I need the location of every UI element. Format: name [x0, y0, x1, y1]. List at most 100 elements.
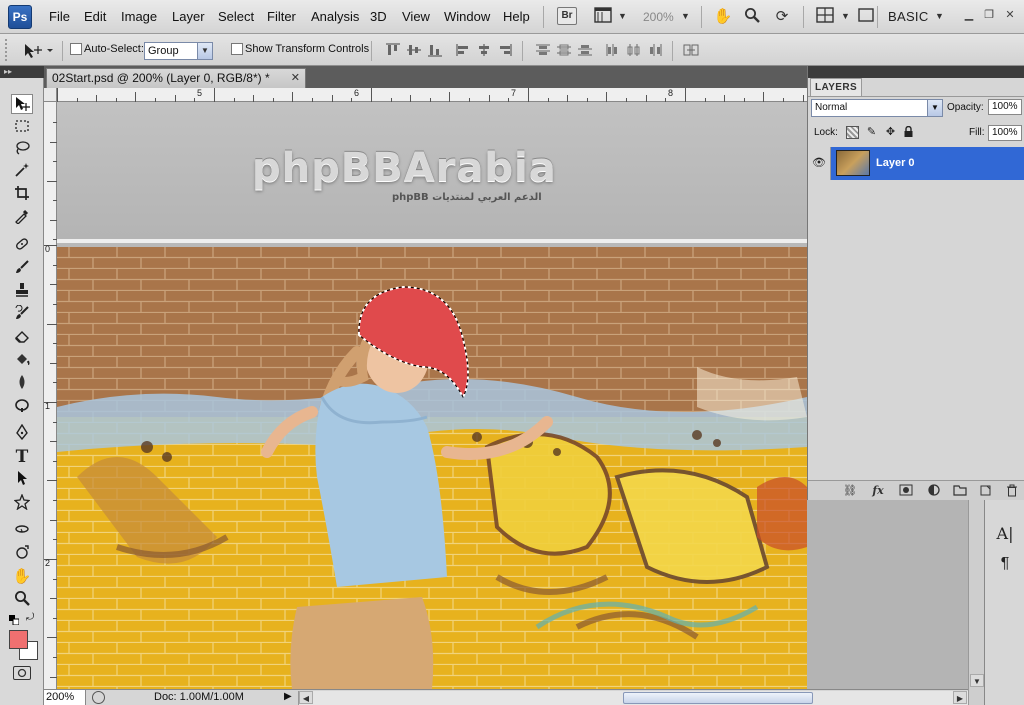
status-menu-arrow-icon[interactable]: ▶ — [284, 691, 292, 702]
tab-layers[interactable]: LAYERS — [810, 78, 862, 96]
document-canvas[interactable]: phpBBArabia الدعم العربي لمنتديات phpBB — [57, 102, 807, 689]
menu-layer[interactable]: Layer — [172, 9, 205, 24]
fill-field[interactable]: 100% — [988, 125, 1022, 141]
view-extras-icon[interactable] — [593, 7, 613, 27]
layer-row[interactable]: 👁 Layer 0 — [808, 147, 1024, 180]
move-icon[interactable] — [11, 94, 33, 114]
eye-icon[interactable]: 👁 — [808, 147, 831, 180]
link-layers-icon[interactable]: ⛓ — [842, 484, 858, 498]
chevron-down-icon[interactable]: ▼ — [681, 11, 690, 21]
clone-stamp-icon[interactable] — [11, 282, 33, 302]
align-horizontal-centers-icon[interactable] — [476, 43, 492, 57]
arrange-documents-icon[interactable] — [815, 7, 835, 27]
blur-icon[interactable] — [11, 374, 33, 394]
eyedropper-icon[interactable] — [11, 208, 33, 228]
blend-mode-select[interactable]: Normal ▼ — [811, 99, 943, 117]
distribute-left-icon[interactable] — [605, 43, 621, 57]
menu-3d[interactable]: 3D — [370, 9, 387, 24]
dodge-icon[interactable] — [11, 397, 33, 417]
shape-icon[interactable] — [11, 493, 33, 514]
3d-rotate-icon[interactable] — [11, 521, 33, 541]
new-group-icon[interactable] — [952, 484, 968, 498]
menu-file[interactable]: File — [49, 9, 70, 24]
menu-image[interactable]: Image — [121, 9, 157, 24]
screen-mode-icon[interactable] — [856, 7, 876, 27]
workspace-switcher[interactable]: BASIC — [888, 9, 929, 24]
menu-view[interactable]: View — [402, 9, 430, 24]
menu-analysis[interactable]: Analysis — [311, 9, 359, 24]
trash-icon[interactable] — [1004, 484, 1020, 498]
document-tab[interactable]: 02Start.psd @ 200% (Layer 0, RGB/8*) * ✕ — [46, 68, 306, 88]
type-icon[interactable]: T — [11, 447, 33, 467]
close-icon[interactable]: ✕ — [291, 69, 300, 87]
distribute-horizontal-centers-icon[interactable] — [626, 43, 642, 57]
horizontal-scrollbar[interactable]: ◀ ▶ — [298, 691, 968, 705]
zoom-level-menu[interactable]: 200% — [643, 10, 674, 24]
distribute-bottom-icon[interactable] — [577, 43, 593, 57]
quick-mask-icon[interactable] — [13, 666, 31, 680]
align-left-edges-icon[interactable] — [455, 43, 471, 57]
crop-icon[interactable] — [11, 185, 33, 205]
adjustment-layer-icon[interactable] — [926, 484, 942, 498]
options-bar-grip[interactable] — [5, 39, 9, 61]
foreground-color-swatch[interactable] — [9, 630, 28, 649]
swap-colors-icon[interactable]: ⤾ — [26, 612, 38, 624]
distribute-right-icon[interactable] — [647, 43, 663, 57]
layer-style-icon[interactable]: fx — [870, 484, 886, 498]
layer-name[interactable]: Layer 0 — [876, 157, 915, 169]
default-colors-icon[interactable] — [9, 614, 20, 626]
quick-select-icon[interactable] — [11, 162, 33, 182]
menu-window[interactable]: Window — [444, 9, 490, 24]
menu-filter[interactable]: Filter — [267, 9, 296, 24]
auto-select-target-select[interactable]: Group ▼ — [144, 42, 213, 60]
menu-select[interactable]: Select — [218, 9, 254, 24]
align-top-edges-icon[interactable] — [385, 43, 401, 57]
path-select-icon[interactable] — [11, 470, 33, 490]
scroll-left-icon[interactable]: ◀ — [299, 691, 313, 704]
paint-bucket-icon[interactable] — [11, 351, 33, 371]
add-mask-icon[interactable] — [898, 484, 914, 498]
tool-preset-picker[interactable] — [20, 40, 56, 60]
minimize-icon[interactable]: ▁ — [962, 9, 976, 21]
lock-all-icon[interactable] — [902, 125, 915, 139]
menu-help[interactable]: Help — [503, 9, 530, 24]
chevron-down-icon[interactable]: ▼ — [841, 11, 850, 21]
3d-orbit-icon[interactable] — [11, 544, 33, 564]
history-brush-icon[interactable] — [11, 304, 33, 325]
zoom-field[interactable]: 200% — [44, 690, 86, 705]
align-vertical-centers-icon[interactable] — [406, 43, 422, 57]
horizontal-scroll-thumb[interactable] — [623, 692, 813, 704]
distribute-top-icon[interactable] — [535, 43, 551, 57]
bridge-button[interactable]: Br — [557, 7, 577, 25]
lock-image-icon[interactable]: ✎ — [865, 126, 878, 139]
horizontal-ruler[interactable]: 5 6 7 8 — [57, 88, 807, 102]
opacity-field[interactable]: 100% — [988, 99, 1022, 115]
healing-brush-icon[interactable] — [11, 236, 33, 256]
tools-panel-collapse[interactable]: ▸▸ — [0, 66, 44, 78]
close-icon[interactable]: ✕ — [1003, 9, 1017, 21]
character-panel-icon[interactable]: A| — [995, 524, 1015, 544]
hand-icon[interactable]: ✋ — [11, 567, 33, 587]
auto-select-checkbox[interactable] — [70, 43, 82, 55]
auto-align-layers-icon[interactable] — [683, 43, 699, 57]
panel-dock-header[interactable] — [808, 66, 1024, 78]
vertical-ruler[interactable]: 0 1 2 — [44, 102, 57, 689]
ruler-origin[interactable] — [44, 88, 57, 102]
align-right-edges-icon[interactable] — [497, 43, 513, 57]
align-bottom-edges-icon[interactable] — [427, 43, 443, 57]
new-layer-icon[interactable] — [978, 484, 994, 498]
zoom-tool-icon[interactable] — [742, 7, 762, 27]
eraser-icon[interactable] — [11, 328, 33, 348]
status-info-icon[interactable] — [92, 691, 105, 704]
brush-icon[interactable] — [11, 259, 33, 279]
scroll-down-icon[interactable]: ▼ — [970, 674, 984, 687]
chevron-down-icon[interactable]: ▼ — [935, 11, 944, 21]
show-transform-checkbox[interactable] — [231, 43, 243, 55]
marquee-icon[interactable] — [11, 118, 33, 138]
menu-edit[interactable]: Edit — [84, 9, 106, 24]
paragraph-panel-icon[interactable]: ¶ — [995, 554, 1015, 574]
distribute-vertical-centers-icon[interactable] — [556, 43, 572, 57]
lock-position-icon[interactable]: ✥ — [884, 126, 897, 139]
scroll-right-icon[interactable]: ▶ — [953, 691, 967, 704]
lasso-icon[interactable] — [11, 140, 33, 160]
